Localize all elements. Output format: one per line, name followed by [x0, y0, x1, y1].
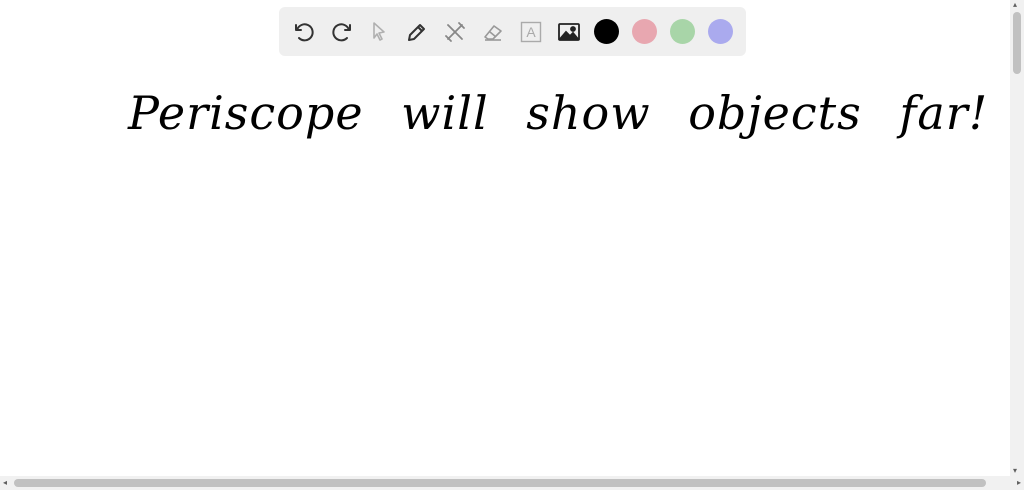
handwritten-text: Periscope will show objects far! — [128, 86, 989, 140]
text-tool-glyph: A — [526, 24, 536, 40]
color-pink-swatch[interactable] — [632, 19, 657, 44]
eraser-button[interactable] — [480, 19, 506, 45]
scroll-up-arrow[interactable]: ▴ — [1013, 1, 1017, 9]
pencil-icon — [408, 24, 425, 41]
redo-icon — [332, 23, 351, 42]
pointer-button[interactable] — [366, 19, 392, 45]
redo-button[interactable] — [329, 19, 355, 45]
eraser-icon — [484, 25, 502, 41]
tools-button[interactable] — [442, 19, 468, 45]
undo-button[interactable] — [291, 19, 317, 45]
text-tool-icon: A — [520, 21, 542, 43]
drawing-toolbar: A — [279, 7, 746, 56]
tools-icon — [445, 22, 465, 42]
color-green-swatch[interactable] — [670, 19, 695, 44]
horizontal-scroll-thumb[interactable] — [14, 479, 986, 487]
scroll-left-arrow[interactable]: ◂ — [3, 479, 7, 487]
pencil-button[interactable] — [404, 19, 430, 45]
vertical-scroll-thumb[interactable] — [1013, 12, 1021, 74]
horizontal-scrollbar[interactable]: ◂ ▸ — [0, 476, 1024, 490]
color-purple-swatch[interactable] — [708, 19, 733, 44]
image-button[interactable] — [556, 19, 582, 45]
text-tool-button[interactable]: A — [518, 19, 544, 45]
color-black-swatch[interactable] — [594, 19, 619, 44]
image-icon — [558, 23, 580, 41]
vertical-scrollbar[interactable]: ▴ ▾ — [1010, 0, 1024, 476]
pointer-icon — [373, 22, 385, 41]
undo-icon — [295, 23, 314, 42]
scroll-down-arrow[interactable]: ▾ — [1013, 467, 1017, 475]
scroll-right-arrow[interactable]: ▸ — [1017, 479, 1021, 487]
whiteboard-canvas[interactable]: Periscope will show objects far! — [0, 0, 1010, 476]
